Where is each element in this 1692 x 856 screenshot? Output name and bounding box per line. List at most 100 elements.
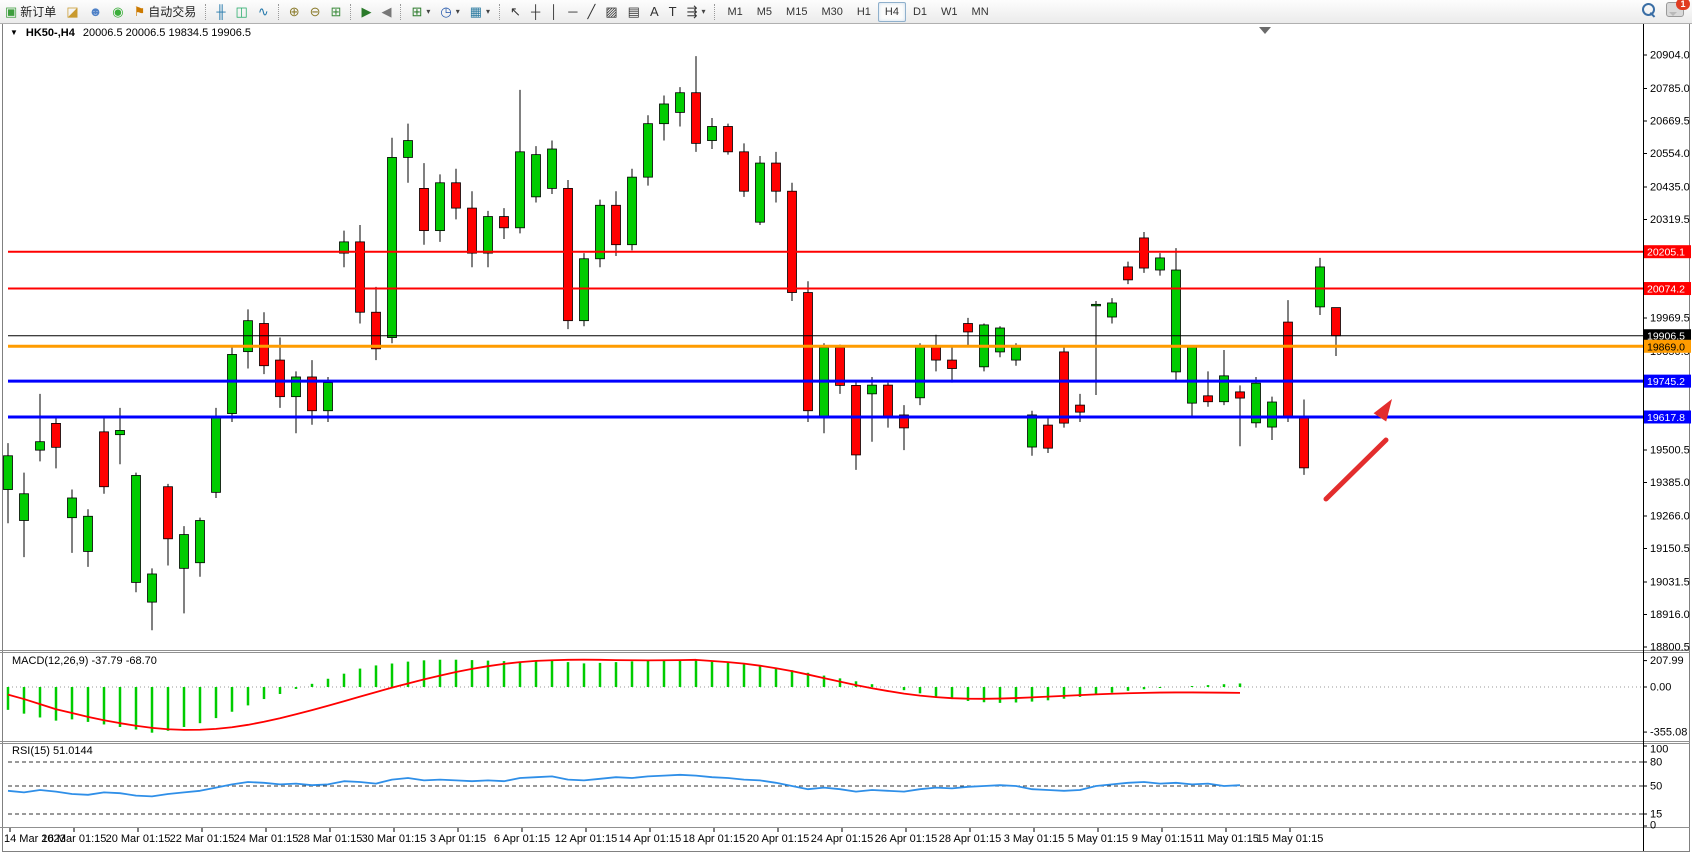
candle-bullish [436, 183, 445, 231]
candle-bullish [180, 535, 189, 569]
label-tool-icon: T [669, 5, 677, 18]
chart-shift-button[interactable]: ◀ [376, 1, 396, 23]
notifications-icon[interactable]: 1 [1666, 2, 1684, 17]
cursor-tool-button[interactable]: ↖ [505, 1, 526, 23]
text-tool-button[interactable]: A [645, 1, 664, 23]
candle-bullish [580, 259, 589, 321]
chart-screenshot-button[interactable]: ◪ [61, 1, 83, 23]
candle-bearish [724, 126, 733, 151]
timeframe-button-m1[interactable]: M1 [720, 2, 749, 22]
candle-bullish [228, 354, 237, 413]
candle-bearish [852, 385, 861, 455]
label-tool-button[interactable]: T [664, 1, 682, 23]
candle-bearish [1284, 322, 1293, 418]
candle-bearish [1140, 238, 1149, 268]
toolbar-separator [499, 4, 501, 20]
timeframe-button-m30[interactable]: M30 [814, 2, 849, 22]
fibonacci-tool-button[interactable]: ▤ [623, 1, 645, 23]
candle-bullish [196, 520, 205, 562]
periods-icon: ◷ [440, 5, 451, 18]
zoom-in-button[interactable]: ⊕ [284, 1, 305, 23]
annotation-arrow-shaft [1326, 440, 1386, 499]
candle-bullish [1188, 347, 1197, 403]
signals-button[interactable]: ◉ [107, 1, 128, 23]
new-order-button[interactable]: ▣新订单 [0, 1, 61, 23]
community-button[interactable]: ☻ [84, 1, 108, 23]
timeframe-button-h1[interactable]: H1 [850, 2, 878, 22]
candle-bullish [36, 442, 45, 450]
crosshair-tool-button[interactable]: ┼ [526, 1, 545, 23]
candle-bearish [932, 347, 941, 360]
timeframe-button-w1[interactable]: W1 [934, 2, 965, 22]
line-chart-button[interactable]: ∿ [253, 1, 274, 23]
new-chart-button[interactable]: ⊞▾ [406, 1, 435, 23]
tile-windows-button[interactable]: ⊞ [326, 1, 347, 23]
candle-bullish [708, 126, 717, 140]
chart-canvas[interactable]: 20904.020785.020669.520554.020435.020319… [0, 0, 1692, 856]
candle-bullish [516, 152, 525, 228]
price-tick-label: 19969.5 [1650, 313, 1690, 325]
channel-tool-button[interactable]: ▨ [600, 1, 622, 23]
trendline-tool-button[interactable]: ╱ [583, 1, 601, 23]
candle-bullish [324, 383, 333, 411]
macd-signal-line [8, 660, 1240, 730]
auto-scroll-button[interactable]: ▶ [356, 1, 376, 23]
timeframe-button-mn[interactable]: MN [965, 2, 996, 22]
autotrading-button[interactable]: ⚑自动交易 [129, 1, 202, 23]
candle-bullish [660, 104, 669, 124]
periods-button[interactable]: ◷▾ [435, 1, 464, 23]
time-tick-label: 12 Apr 01:15 [555, 833, 617, 845]
line-chart-icon: ∿ [258, 5, 269, 18]
cursor-tool-icon: ↖ [510, 5, 521, 18]
timeframe-button-d1[interactable]: D1 [906, 2, 934, 22]
candle-bullish [1108, 303, 1117, 317]
rsi-scale-label: 80 [1650, 757, 1662, 769]
zoom-out-button[interactable]: ⊖ [305, 1, 326, 23]
dropdown-arrow-icon: ▾ [456, 7, 460, 16]
price-tick-label: 19500.5 [1650, 444, 1690, 456]
new-order-icon: ▣ [5, 5, 17, 18]
candle-bearish [884, 385, 893, 418]
candle-bullish [676, 93, 685, 113]
price-badge-label: 19869.0 [1647, 341, 1685, 353]
candle-bearish [52, 423, 61, 447]
rsi-scale-label: 100 [1650, 744, 1668, 756]
timeframe-button-m5[interactable]: M5 [750, 2, 779, 22]
price-badge-label: 19745.2 [1647, 376, 1685, 388]
price-badge-label: 19617.8 [1647, 412, 1685, 424]
timeframe-button-h4[interactable]: H4 [878, 2, 906, 22]
time-tick-label: 26 Apr 01:15 [875, 833, 937, 845]
vertical-line-tool-button[interactable]: │ [545, 1, 563, 23]
candle-bearish [1236, 392, 1245, 398]
price-tick-label: 20904.0 [1650, 50, 1690, 62]
candle-bullish [756, 163, 765, 222]
dropdown-arrow-icon: ▾ [426, 7, 430, 16]
templates-button[interactable]: ▦▾ [465, 1, 495, 23]
time-tick-label: 5 May 01:15 [1068, 833, 1129, 845]
candle-bearish [100, 432, 109, 487]
price-tick-label: 20669.5 [1650, 115, 1690, 127]
autotrading-button-label: 自动交易 [148, 3, 196, 20]
bar-chart-button[interactable]: ╫ [211, 1, 230, 23]
candle-bearish [468, 208, 477, 253]
candle-bearish [772, 163, 781, 191]
candlestick-button[interactable]: ◫ [231, 1, 253, 23]
candle-bullish [868, 385, 877, 394]
search-icon[interactable] [1642, 3, 1656, 17]
candle-bearish [692, 93, 701, 144]
arrows-tool-button[interactable]: ⇶▾ [682, 1, 711, 23]
chart-ohlc-quotes: 20006.5 20006.5 19834.5 19906.5 [83, 27, 251, 39]
time-tick-label: 16 Mar 01:15 [42, 833, 107, 845]
price-badge-label: 20074.2 [1647, 284, 1685, 296]
chart-symbol-period: HK50-,H4 [26, 27, 75, 39]
candle-bullish [116, 430, 125, 434]
chart-window-border [3, 24, 1690, 852]
macd-scale-label: 207.99 [1650, 655, 1684, 667]
candle-bullish [532, 155, 541, 197]
time-tick-label: 24 Apr 01:15 [811, 833, 873, 845]
candle-bullish [1028, 415, 1037, 447]
horizontal-line-tool-button[interactable]: ─ [563, 1, 582, 23]
collapse-triangle-icon[interactable]: ▼ [10, 28, 18, 39]
timeframe-button-m15[interactable]: M15 [779, 2, 814, 22]
candle-bullish [644, 124, 653, 177]
